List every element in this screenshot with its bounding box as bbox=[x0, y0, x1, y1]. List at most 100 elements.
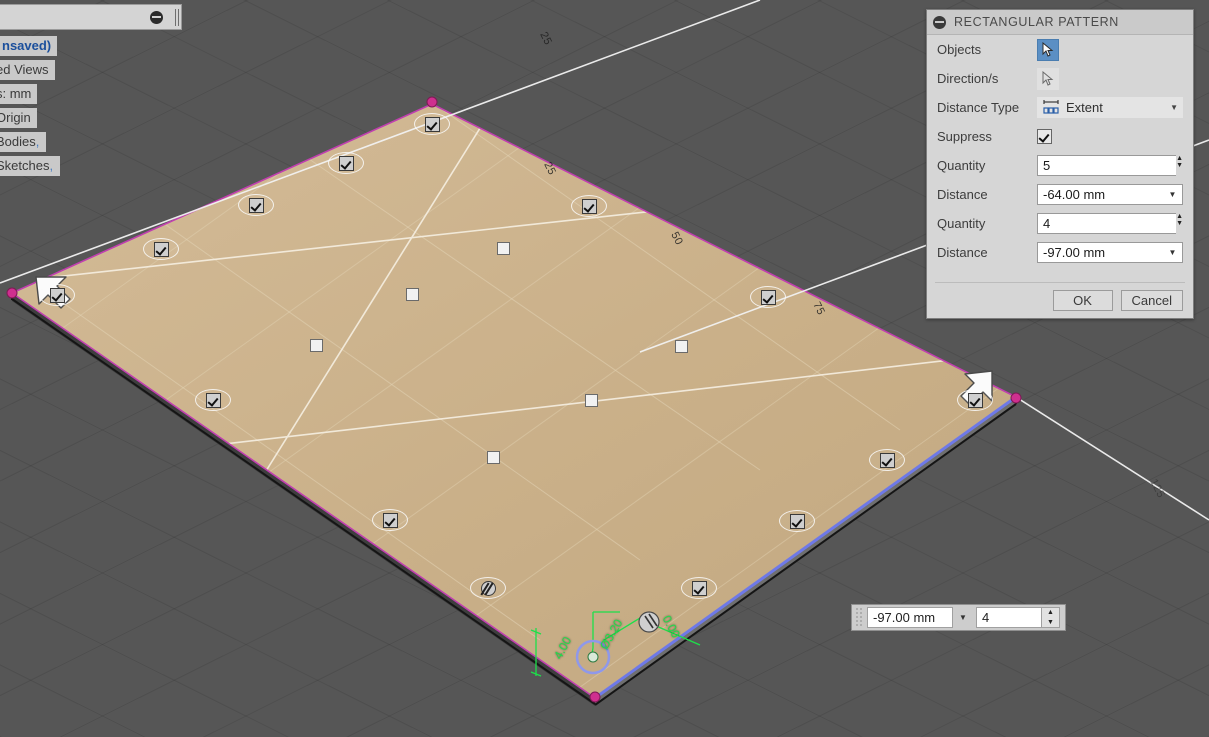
quantity-1-stepper[interactable]: ▲ ▼ bbox=[1176, 155, 1183, 176]
checkbox-icon bbox=[338, 155, 354, 171]
distance-1-input[interactable]: -64.00 mm bbox=[1037, 184, 1163, 205]
inline-quantity-input[interactable]: 4 bbox=[976, 607, 1042, 628]
row-distance-1[interactable]: Distance -64.00 mm ▼ bbox=[927, 180, 1193, 209]
quantity-2-stepper[interactable]: ▲ ▼ bbox=[1176, 213, 1183, 234]
stepper-up-icon[interactable]: ▲ bbox=[1176, 155, 1183, 162]
pattern-marker[interactable] bbox=[372, 509, 408, 531]
checkbox-icon bbox=[691, 580, 707, 596]
distance-type-label: Distance Type bbox=[937, 100, 1020, 115]
stepper-down-icon[interactable]: ▼ bbox=[1042, 618, 1059, 628]
pattern-marker[interactable] bbox=[750, 286, 786, 308]
suppress-label: Suppress bbox=[937, 129, 992, 144]
tree-item-label: nsaved) bbox=[2, 38, 52, 53]
face-handle[interactable] bbox=[487, 451, 500, 464]
pattern-marker[interactable] bbox=[143, 238, 179, 260]
chevron-down-icon[interactable]: ▼ bbox=[1163, 184, 1183, 205]
chevron-down-icon[interactable]: ▼ bbox=[953, 607, 973, 628]
stepper-down-icon[interactable]: ▼ bbox=[1176, 162, 1183, 169]
dialog-button-bar: OK Cancel bbox=[927, 282, 1193, 318]
row-suppress[interactable]: Suppress bbox=[927, 122, 1193, 151]
pattern-marker[interactable] bbox=[869, 449, 905, 471]
tree-item-origin[interactable]: Origin bbox=[0, 108, 37, 128]
rectangular-pattern-dialog[interactable]: RECTANGULAR PATTERN Objects Direction/s … bbox=[926, 9, 1194, 319]
tree-item-sketches[interactable]: Sketches, bbox=[0, 156, 61, 176]
row-directions[interactable]: Direction/s bbox=[927, 64, 1193, 93]
browser-panel-header[interactable] bbox=[0, 4, 182, 30]
pattern-marker[interactable] bbox=[39, 284, 75, 306]
pattern-marker[interactable] bbox=[957, 389, 993, 411]
checkbox-icon bbox=[424, 116, 440, 132]
face-handle[interactable] bbox=[585, 394, 598, 407]
extent-icon bbox=[1043, 100, 1059, 114]
pattern-marker[interactable] bbox=[195, 389, 231, 411]
checkbox-icon bbox=[581, 198, 597, 214]
pattern-marker[interactable] bbox=[571, 195, 607, 217]
checkbox-icon bbox=[205, 392, 221, 408]
chevron-down-icon[interactable]: ▼ bbox=[1170, 103, 1178, 112]
checkbox-icon bbox=[967, 392, 983, 408]
tree-item-label: ed Views bbox=[0, 62, 49, 77]
stepper-down-icon[interactable]: ▼ bbox=[1176, 220, 1183, 227]
checkbox-icon bbox=[382, 512, 398, 528]
tree-item-document[interactable]: nsaved) bbox=[0, 36, 58, 56]
checkbox-icon bbox=[789, 513, 805, 529]
tree-item-dots: , bbox=[49, 158, 55, 173]
stepper-up-icon[interactable]: ▲ bbox=[1176, 213, 1183, 220]
face-handle[interactable] bbox=[675, 340, 688, 353]
face-handle[interactable] bbox=[406, 288, 419, 301]
quantity-2-input[interactable]: 4 bbox=[1037, 213, 1177, 234]
inline-value-widget[interactable]: -97.00 mm ▼ 4 ▲ ▼ bbox=[851, 604, 1066, 631]
minus-circle-icon[interactable] bbox=[150, 11, 163, 24]
tree-item-label: Bodies bbox=[0, 134, 36, 149]
inline-quantity-stepper[interactable]: ▲ ▼ bbox=[1042, 607, 1060, 628]
row-quantity-1[interactable]: Quantity 5 ▲ ▼ bbox=[927, 151, 1193, 180]
objects-select-button[interactable] bbox=[1037, 38, 1059, 61]
stepper-up-icon[interactable]: ▲ bbox=[1042, 608, 1059, 618]
checkbox-icon bbox=[248, 197, 264, 213]
row-distance-type[interactable]: Distance Type Extent ▼ bbox=[927, 93, 1193, 122]
distance-2-label: Distance bbox=[937, 245, 988, 260]
checkbox-icon bbox=[153, 241, 169, 257]
distance-2-input[interactable]: -97.00 mm bbox=[1037, 242, 1163, 263]
tree-item-named-views[interactable]: ed Views bbox=[0, 60, 55, 80]
select-cursor-icon bbox=[1042, 42, 1054, 57]
tree-item-label: Origin bbox=[0, 110, 31, 125]
checkbox-icon bbox=[879, 452, 895, 468]
distance-1-label: Distance bbox=[937, 187, 988, 202]
row-distance-2[interactable]: Distance -97.00 mm ▼ bbox=[927, 238, 1193, 267]
pattern-marker[interactable] bbox=[779, 510, 815, 532]
tree-item-units[interactable]: s: mm bbox=[0, 84, 38, 104]
drag-grip-icon[interactable] bbox=[855, 607, 863, 628]
dialog-title: RECTANGULAR PATTERN bbox=[954, 15, 1119, 29]
quantity-1-label: Quantity bbox=[937, 158, 986, 173]
pattern-marker[interactable] bbox=[414, 113, 450, 135]
pattern-marker[interactable] bbox=[238, 194, 274, 216]
chevron-down-icon[interactable]: ▼ bbox=[1163, 242, 1183, 263]
select-cursor-icon bbox=[1042, 71, 1054, 86]
ok-button[interactable]: OK bbox=[1052, 289, 1113, 311]
pattern-marker[interactable] bbox=[681, 577, 717, 599]
row-quantity-2[interactable]: Quantity 4 ▲ ▼ bbox=[927, 209, 1193, 238]
cancel-button[interactable]: Cancel bbox=[1120, 289, 1183, 311]
pattern-marker-suppressed[interactable] bbox=[470, 577, 506, 599]
inline-distance-input[interactable]: -97.00 mm bbox=[867, 607, 953, 628]
face-handle[interactable] bbox=[497, 242, 510, 255]
face-handle[interactable] bbox=[310, 339, 323, 352]
row-objects[interactable]: Objects bbox=[927, 35, 1193, 64]
tree-item-label: s: mm bbox=[0, 86, 32, 101]
resize-grip-icon bbox=[175, 9, 176, 26]
tree-item-bodies[interactable]: Bodies, bbox=[0, 132, 47, 152]
minus-circle-icon[interactable] bbox=[933, 15, 946, 29]
suppressed-icon bbox=[480, 580, 496, 596]
quantity-2-label: Quantity bbox=[937, 216, 986, 231]
checkbox-icon bbox=[49, 287, 65, 303]
pattern-marker[interactable] bbox=[328, 152, 364, 174]
suppress-checkbox[interactable] bbox=[1037, 129, 1052, 144]
distance-type-value: Extent bbox=[1066, 100, 1103, 115]
quantity-1-input[interactable]: 5 bbox=[1037, 155, 1177, 176]
distance-type-combobox[interactable]: Extent ▼ bbox=[1037, 97, 1183, 118]
directions-select-button[interactable] bbox=[1037, 67, 1059, 90]
tree-item-label: Sketches bbox=[0, 158, 50, 173]
tree-item-dots: , bbox=[35, 134, 41, 149]
dialog-title-bar[interactable]: RECTANGULAR PATTERN bbox=[927, 10, 1193, 35]
